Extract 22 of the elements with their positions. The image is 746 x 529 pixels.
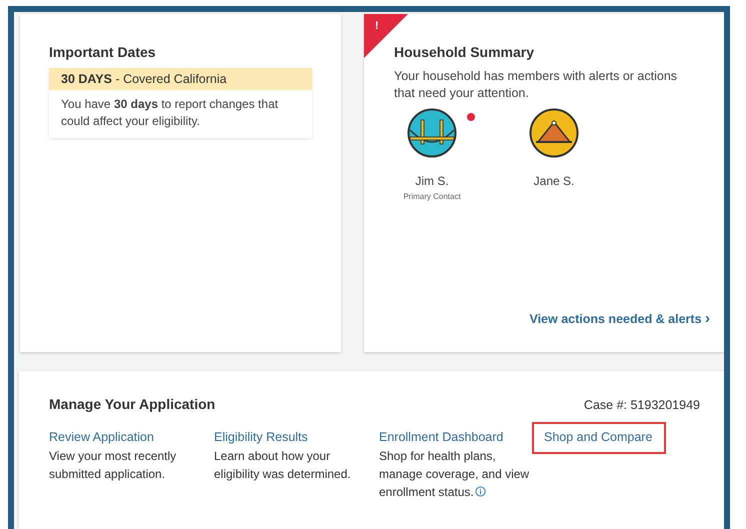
action-description: View your most recently submitted application. xyxy=(49,448,178,483)
household-message: Your household has members with alerts or actions that need your attention. xyxy=(394,68,678,102)
notice-heading: 30 DAYS - Covered California xyxy=(49,68,312,90)
case-number: Case #: 5193201949 xyxy=(584,398,700,412)
action-link[interactable]: Enrollment Dashboard xyxy=(379,430,504,444)
action-link[interactable]: Eligibility Results xyxy=(214,430,308,444)
card-title: Household Summary xyxy=(394,44,536,60)
bridge-avatar-icon[interactable] xyxy=(407,108,457,158)
card-title: Manage Your Application xyxy=(49,396,216,412)
mountain-avatar-icon[interactable] xyxy=(529,108,579,158)
action-link[interactable]: Review Application xyxy=(49,430,154,444)
action-description: Shop for health plans, manage coverage, and view enrollment status. xyxy=(379,448,530,501)
notice-text: You have 30 days to report changes that could affect your eligibility. xyxy=(60,96,280,130)
action-link[interactable]: Shop and Compare xyxy=(534,424,664,452)
card-title: Important Dates xyxy=(49,44,157,60)
member-name: Jane S. xyxy=(534,174,574,188)
member-role: Primary Contact xyxy=(403,192,461,201)
alert-mark: ! xyxy=(375,20,379,32)
info-icon[interactable] xyxy=(474,486,486,497)
member-name: Jim S. xyxy=(415,174,449,188)
view-alerts-link[interactable]: View actions needed & alerts › xyxy=(529,310,710,327)
action-description: Learn about how your eligibility was determined. xyxy=(214,448,352,483)
